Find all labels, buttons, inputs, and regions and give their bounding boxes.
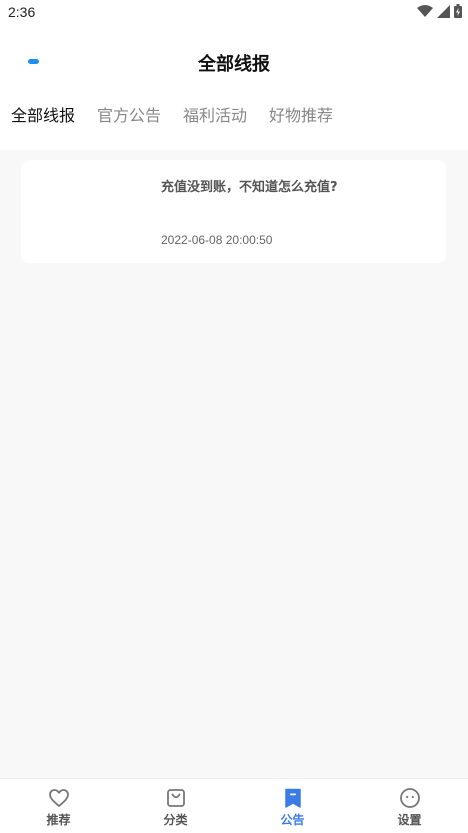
nav-label-settings: 设置: [397, 813, 422, 827]
nav-label-recommend: 推荐: [46, 813, 71, 827]
status-icons: [417, 4, 462, 18]
status-time: 2:36: [8, 4, 36, 20]
post-title: 充值没到账，不知道怎么充值?: [161, 180, 338, 195]
signal-icon: [437, 4, 450, 18]
face-icon: [399, 788, 420, 808]
tab-all-tips[interactable]: 全部线报: [11, 102, 75, 126]
tab-official-announcements[interactable]: 官方公告: [97, 102, 161, 126]
tab-bar: 全部线报 官方公告 福利活动 好物推荐: [11, 102, 355, 126]
nav-item-recommend[interactable]: 推荐: [0, 779, 117, 833]
nav-item-settings[interactable]: 设置: [351, 779, 468, 833]
heart-icon: [48, 789, 69, 807]
nav-label-announcements: 公告: [280, 813, 305, 827]
bag-icon: [166, 789, 185, 807]
nav-label-category: 分类: [163, 813, 188, 827]
wifi-icon: [417, 5, 433, 17]
nav-item-category[interactable]: 分类: [117, 779, 234, 833]
bottom-nav: 推荐 分类 公告 设置: [0, 778, 468, 833]
bookmark-icon: [284, 788, 301, 808]
status-bar: 2:36: [0, 0, 468, 26]
tab-recommended-goods[interactable]: 好物推荐: [269, 102, 333, 126]
post-list: 充值没到账，不知道怎么充值? 2022-06-08 20:00:50: [0, 150, 468, 778]
page-title: 全部线报: [198, 54, 270, 75]
nav-item-announcements[interactable]: 公告: [234, 779, 351, 833]
tab-welfare-events[interactable]: 福利活动: [183, 102, 247, 126]
post-timestamp: 2022-06-08 20:00:50: [161, 233, 273, 247]
header: 全部线报 全部线报 官方公告 福利活动 好物推荐: [0, 26, 468, 150]
post-card[interactable]: 充值没到账，不知道怎么充值? 2022-06-08 20:00:50: [21, 160, 446, 263]
battery-icon: [454, 4, 462, 18]
tab-active-indicator: [28, 59, 39, 64]
